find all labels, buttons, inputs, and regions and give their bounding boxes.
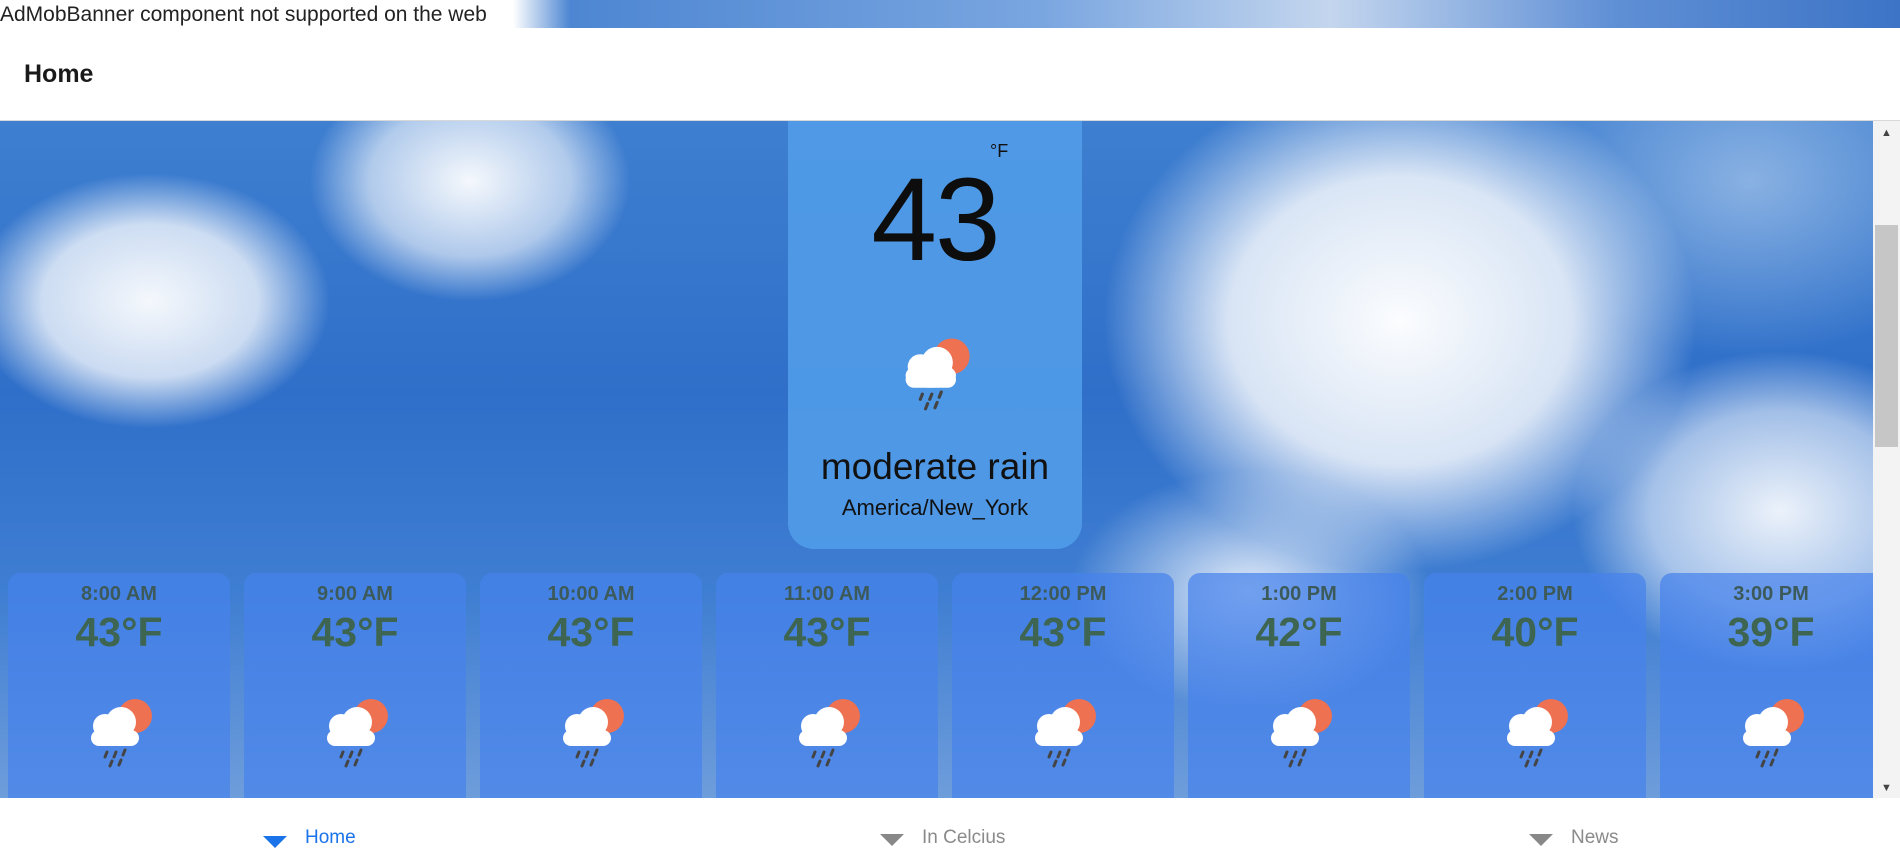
cloud-rain-sun-icon [91, 699, 152, 768]
hour-time: 1:00 PM [1261, 583, 1337, 605]
hourly-card[interactable]: 8:00 AM 43°F [8, 573, 230, 798]
cloud-rain-sun-icon [1271, 699, 1332, 768]
hour-time: 2:00 PM [1497, 583, 1573, 605]
hour-temperature: 43°F [75, 609, 163, 655]
scroll-down-arrow-icon[interactable]: ▼ [1873, 778, 1900, 798]
hour-time: 12:00 PM [1019, 583, 1107, 605]
hourly-card[interactable]: 10:00 AM 43°F [480, 573, 702, 798]
bottom-tab-bar: Home In Celcius News [0, 798, 1900, 868]
page-title: Home [24, 60, 94, 88]
admob-banner: AdMobBanner component not supported on t… [0, 0, 1900, 28]
hour-temperature: 39°F [1727, 609, 1815, 655]
hour-time: 3:00 PM [1733, 583, 1809, 605]
hour-temperature: 43°F [783, 609, 871, 655]
weather-condition: moderate rain [820, 446, 1050, 487]
cloud-rain-sun-icon [327, 699, 388, 768]
hour-temperature: 42°F [1255, 609, 1343, 655]
caret-down-icon [880, 834, 904, 846]
hourly-card[interactable]: 3:00 PM 39°F [1660, 573, 1873, 798]
hourly-card[interactable]: 1:00 PM 42°F [1188, 573, 1410, 798]
hour-temperature: 43°F [547, 609, 635, 655]
cloud-rain-sun-icon [905, 338, 970, 411]
tab-label: Home [305, 827, 356, 848]
vertical-scrollbar[interactable]: ▲ ▼ [1873, 121, 1900, 798]
hourly-card[interactable]: 11:00 AM 43°F [716, 573, 938, 798]
hourly-card[interactable]: 9:00 AM 43°F [244, 573, 466, 798]
hour-temperature: 43°F [311, 609, 399, 655]
hour-time: 8:00 AM [81, 583, 157, 605]
hour-time: 9:00 AM [317, 583, 393, 605]
hour-time: 11:00 AM [784, 583, 870, 605]
cloud-rain-sun-icon [1035, 699, 1096, 768]
cloud-rain-sun-icon [1743, 699, 1804, 768]
scrollbar-thumb[interactable] [1875, 225, 1898, 447]
hourly-card[interactable]: 2:00 PM 40°F [1424, 573, 1646, 798]
location-label: America/New_York [841, 495, 1029, 520]
main-scroll-area[interactable]: °F 43 moderate rain America/New_York 8:0… [0, 121, 1900, 798]
header: Home [0, 28, 1900, 121]
caret-down-icon [1529, 834, 1553, 846]
hour-temperature: 43°F [1019, 609, 1107, 655]
current-temperature: 43 [871, 154, 1000, 286]
caret-down-icon [263, 836, 287, 848]
cloud-rain-sun-icon [1507, 699, 1568, 768]
tab-label: News [1571, 827, 1619, 848]
hour-time: 10:00 AM [547, 583, 635, 605]
hourly-card[interactable]: 12:00 PM 43°F [952, 573, 1174, 798]
scroll-up-arrow-icon[interactable]: ▲ [1873, 123, 1900, 143]
admob-banner-text: AdMobBanner component not supported on t… [0, 3, 487, 26]
cloud-rain-sun-icon [563, 699, 624, 768]
hour-temperature: 40°F [1491, 609, 1579, 655]
cloud-rain-sun-icon [799, 699, 860, 768]
tab-label: In Celcius [922, 827, 1006, 848]
